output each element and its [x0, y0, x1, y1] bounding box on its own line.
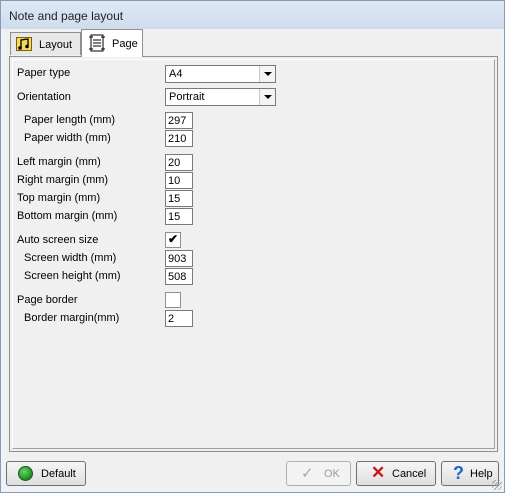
paper-length-input[interactable]: 297 [165, 112, 193, 129]
cancel-button[interactable]: ✕ Cancel [356, 461, 436, 486]
top-margin-label: Top margin (mm) [17, 192, 101, 204]
tab-page[interactable]: Page [81, 29, 143, 57]
bottom-margin-label: Bottom margin (mm) [17, 210, 118, 222]
dialog-window: Note and page layout Layout Page Paper t… [0, 0, 505, 493]
page-border-checkbox[interactable] [165, 292, 181, 308]
tab-layout-label: Layout [39, 39, 73, 51]
checkmark-icon: ✓ [301, 465, 314, 482]
ok-button[interactable]: ✓ OK [286, 461, 351, 486]
border-margin-label: Border margin(mm) [24, 312, 120, 324]
paper-length-value: 297 [168, 115, 187, 127]
top-margin-input[interactable]: 15 [165, 190, 193, 207]
screen-width-label: Screen width (mm) [24, 252, 117, 264]
screen-width-value: 903 [168, 253, 187, 265]
page-border-label: Page border [17, 294, 78, 306]
orientation-select[interactable]: Portrait [165, 88, 276, 106]
left-margin-value: 20 [168, 157, 181, 169]
paper-type-select[interactable]: A4 [165, 65, 276, 83]
bottom-margin-value: 15 [168, 211, 181, 223]
orientation-label: Orientation [17, 91, 71, 103]
screen-width-input[interactable]: 903 [165, 250, 193, 267]
close-icon: ✕ [371, 463, 386, 482]
orientation-value: Portrait [169, 91, 205, 103]
chevron-down-icon[interactable] [259, 66, 275, 82]
screen-height-input[interactable]: 508 [165, 268, 193, 285]
auto-screen-size-checkbox[interactable]: ✔ [165, 232, 181, 248]
page-ruler-icon [88, 34, 106, 52]
border-margin-input[interactable]: 2 [165, 310, 193, 327]
window-title: Note and page layout [9, 9, 124, 23]
right-margin-label: Right margin (mm) [17, 174, 109, 186]
tab-layout[interactable]: Layout [10, 32, 81, 55]
left-margin-label: Left margin (mm) [17, 156, 101, 168]
right-margin-input[interactable]: 10 [165, 172, 193, 189]
help-button[interactable]: ? Help [441, 461, 499, 486]
default-button[interactable]: Default [6, 461, 86, 486]
cancel-button-label: Cancel [392, 468, 427, 480]
dialog-client: Layout Page Paper type A4 Orientation Po… [6, 29, 501, 487]
default-button-label: Default [41, 468, 76, 480]
paper-type-label: Paper type [17, 67, 71, 79]
resize-grip[interactable] [492, 480, 502, 490]
title-bar[interactable]: Note and page layout [1, 1, 504, 29]
green-circle-icon [18, 466, 33, 481]
help-button-label: Help [470, 468, 493, 480]
question-mark-icon: ? [453, 463, 464, 483]
paper-width-input[interactable]: 210 [165, 130, 193, 147]
bottom-margin-input[interactable]: 15 [165, 208, 193, 225]
paper-width-label: Paper width (mm) [24, 132, 111, 144]
music-notes-icon [16, 36, 32, 52]
screen-height-label: Screen height (mm) [24, 270, 121, 282]
paper-length-label: Paper length (mm) [24, 114, 116, 126]
tab-page-label: Page [112, 38, 138, 50]
auto-screen-size-label: Auto screen size [17, 234, 99, 246]
checkmark-icon: ✔ [168, 232, 179, 246]
top-margin-value: 15 [168, 193, 181, 205]
right-margin-value: 10 [168, 175, 181, 187]
screen-height-value: 508 [168, 271, 187, 283]
border-margin-value: 2 [168, 313, 175, 325]
chevron-down-icon[interactable] [259, 89, 275, 105]
paper-type-value: A4 [169, 68, 183, 80]
paper-width-value: 210 [168, 133, 187, 145]
page-settings-panel: Paper type A4 Orientation Portrait Paper… [9, 56, 498, 452]
ok-button-label: OK [324, 468, 340, 480]
left-margin-input[interactable]: 20 [165, 154, 193, 171]
